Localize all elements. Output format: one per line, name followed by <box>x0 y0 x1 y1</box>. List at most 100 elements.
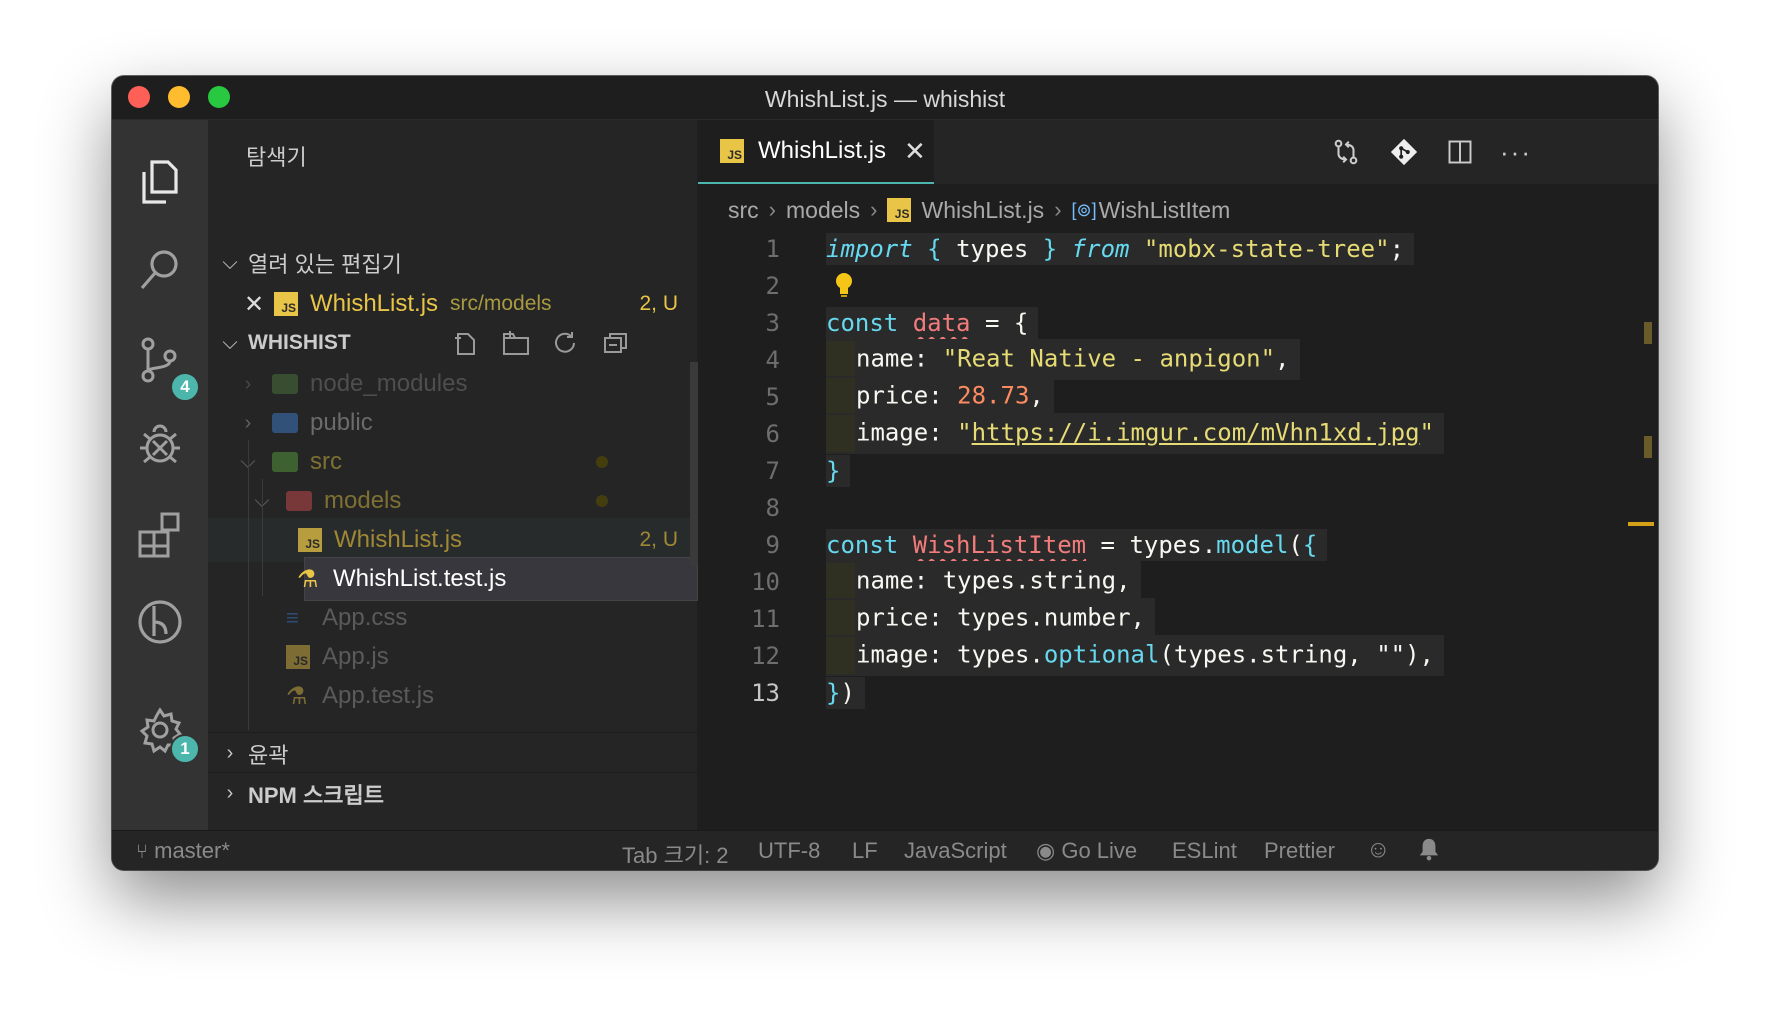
code-line: 5 price: 28.73, <box>698 376 1658 417</box>
tree-item-label: node_modules <box>310 370 468 397</box>
tree-item-app-test-js[interactable]: ⚗ App.test.js <box>208 674 698 718</box>
breadcrumb: src › models › JS WhishList.js › [⊚] Wis… <box>728 190 1230 230</box>
breadcrumb-item[interactable]: WhishList.js <box>921 197 1044 224</box>
tree-item-label: public <box>310 409 373 436</box>
chevron-down-icon: ⌵ <box>222 331 238 354</box>
editor-area: JS WhishList.js ✕ ··· src › models › JS … <box>698 120 1658 830</box>
new-file-icon[interactable] <box>452 330 480 356</box>
modified-dot <box>596 456 608 468</box>
flask-icon: ⚗ <box>297 565 319 593</box>
broadcast-icon: ◉ <box>1036 838 1056 863</box>
tree-item-src[interactable]: ⌵ src <box>208 440 698 484</box>
folder-icon <box>272 452 298 472</box>
code-text: } <box>826 454 851 487</box>
extensions-icon[interactable] <box>130 504 190 564</box>
folder-icon <box>286 491 312 511</box>
line-number: 1 <box>765 234 780 263</box>
line-number: 3 <box>765 308 780 337</box>
line-number: 6 <box>765 419 780 448</box>
timeline-icon[interactable] <box>130 592 190 652</box>
more-actions-icon[interactable]: ··· <box>1500 136 1532 168</box>
tab-whishlist-js[interactable]: JS WhishList.js ✕ <box>698 120 934 184</box>
tree-item-status: 2, U <box>639 528 678 551</box>
tree-item-app-js[interactable]: JS App.js <box>208 635 698 679</box>
new-folder-icon[interactable] <box>502 330 530 356</box>
tab-bar: JS WhishList.js ✕ ··· <box>698 120 1658 184</box>
code-line: 4 name: "Reat Native - anpigon", <box>698 339 1658 380</box>
tree-item-app-css[interactable]: ≡ App.css <box>208 596 698 640</box>
branch-indicator[interactable]: ⑂ master* <box>136 838 230 864</box>
open-editor-status: 2, U <box>639 292 678 315</box>
code-text: image: "https://i.imgur.com/mVhn1xd.jpg" <box>826 413 1444 454</box>
css-file-icon: ≡ <box>286 605 299 630</box>
lightbulb-icon[interactable] <box>834 271 854 305</box>
code-line: 1 import { types } from "mobx-state-tree… <box>698 230 1658 267</box>
line-number: 2 <box>765 271 780 300</box>
notifications-bell-icon[interactable] <box>1418 837 1440 867</box>
project-header[interactable]: ⌵ WHISHIST <box>208 322 698 364</box>
compare-changes-icon[interactable] <box>1330 136 1362 168</box>
explorer-icon[interactable] <box>130 152 190 212</box>
indent-guide <box>248 440 249 730</box>
go-live-button[interactable]: ◉ Go Live <box>1036 838 1137 864</box>
tree-item-whishlist-test-js[interactable]: ⚗ WhishList.test.js <box>297 557 698 601</box>
refresh-icon[interactable] <box>552 330 580 356</box>
eol[interactable]: LF <box>852 838 878 864</box>
close-icon[interactable]: ✕ <box>904 136 926 167</box>
code-text: price: 28.73, <box>826 376 1054 417</box>
chevron-right-icon: › <box>226 742 234 764</box>
open-editors-header[interactable]: ⌵ 열려 있는 편집기 <box>208 242 698 284</box>
line-number: 10 <box>751 567 780 596</box>
code-line: 2 <box>698 267 1658 304</box>
search-icon[interactable] <box>130 240 190 300</box>
url-link: https://i.imgur.com/mVhn1xd.jpg <box>971 418 1420 447</box>
close-icon[interactable]: ✕ <box>244 290 268 319</box>
go-live-label: Go Live <box>1061 838 1138 863</box>
tab-size[interactable]: Tab 크기: 2 <box>622 838 729 870</box>
folder-icon <box>272 374 298 394</box>
encoding[interactable]: UTF-8 <box>758 838 820 864</box>
prettier-status[interactable]: Prettier <box>1264 838 1335 864</box>
code-text: }) <box>826 676 865 709</box>
feedback-smiley-icon[interactable]: ☺ <box>1366 836 1391 864</box>
npm-scripts-header[interactable]: › NPM 스크립트 <box>208 772 698 814</box>
line-number: 12 <box>751 641 780 670</box>
code-line: 11 price: types.number, <box>698 598 1658 639</box>
tree-item-label: App.test.js <box>322 682 435 709</box>
tree-item-whishlist-js[interactable]: JS WhishList.js 2, U <box>208 518 698 562</box>
js-file-icon: JS <box>887 198 912 222</box>
code-line: 3 const data = { <box>698 304 1658 341</box>
line-number: 11 <box>751 604 780 633</box>
code-text: const WishListItem = types.model({ <box>826 528 1328 561</box>
file-tree: › node_modules › public ⌵ src ⌵ models <box>208 362 698 730</box>
tree-item-node-modules[interactable]: › node_modules <box>208 362 698 406</box>
sidebar-title: 탐색기 <box>246 145 307 170</box>
split-editor-icon[interactable] <box>1444 136 1476 168</box>
debug-icon[interactable] <box>130 416 190 476</box>
tree-item-public[interactable]: › public <box>208 401 698 445</box>
breadcrumb-symbol[interactable]: [⊚] WishListItem <box>1072 197 1231 224</box>
eslint-status[interactable]: ESLint <box>1172 838 1237 864</box>
explorer-sidebar: 탐색기 ⌵ 열려 있는 편집기 ✕ JS WhishList.js src/mo… <box>208 120 698 830</box>
collapse-all-icon[interactable] <box>602 330 630 356</box>
vscode-window: WhishList.js — whishist 4 1 탐색기 ⌵ 열려 있는 … <box>112 76 1658 870</box>
line-number: 5 <box>765 382 780 411</box>
chevron-down-icon: ⌵ <box>222 251 238 274</box>
tree-item-models[interactable]: ⌵ models <box>208 479 698 523</box>
breadcrumb-item[interactable]: models <box>786 197 860 224</box>
code-text: name: "Reat Native - anpigon", <box>826 339 1300 380</box>
outline-label: 윤곽 <box>248 742 289 768</box>
breadcrumb-item[interactable]: src <box>728 197 759 224</box>
tree-item-label: src <box>310 448 342 475</box>
language-mode[interactable]: JavaScript <box>904 838 1007 864</box>
open-editor-item[interactable]: ✕ JS WhishList.js src/models 2, U <box>208 282 698 326</box>
breadcrumb-item: WishListItem <box>1098 196 1231 223</box>
git-icon[interactable] <box>1388 136 1420 168</box>
code-line: 12 image: types.optional(types.string, "… <box>698 635 1658 676</box>
js-file-icon: JS <box>286 645 310 669</box>
tab-label: WhishList.js <box>758 137 887 164</box>
tree-scrollbar[interactable] <box>690 362 698 566</box>
code-text: const data = { <box>826 306 1039 339</box>
code-text: name: types.string, <box>826 561 1141 602</box>
outline-header[interactable]: › 윤곽 <box>208 732 698 774</box>
